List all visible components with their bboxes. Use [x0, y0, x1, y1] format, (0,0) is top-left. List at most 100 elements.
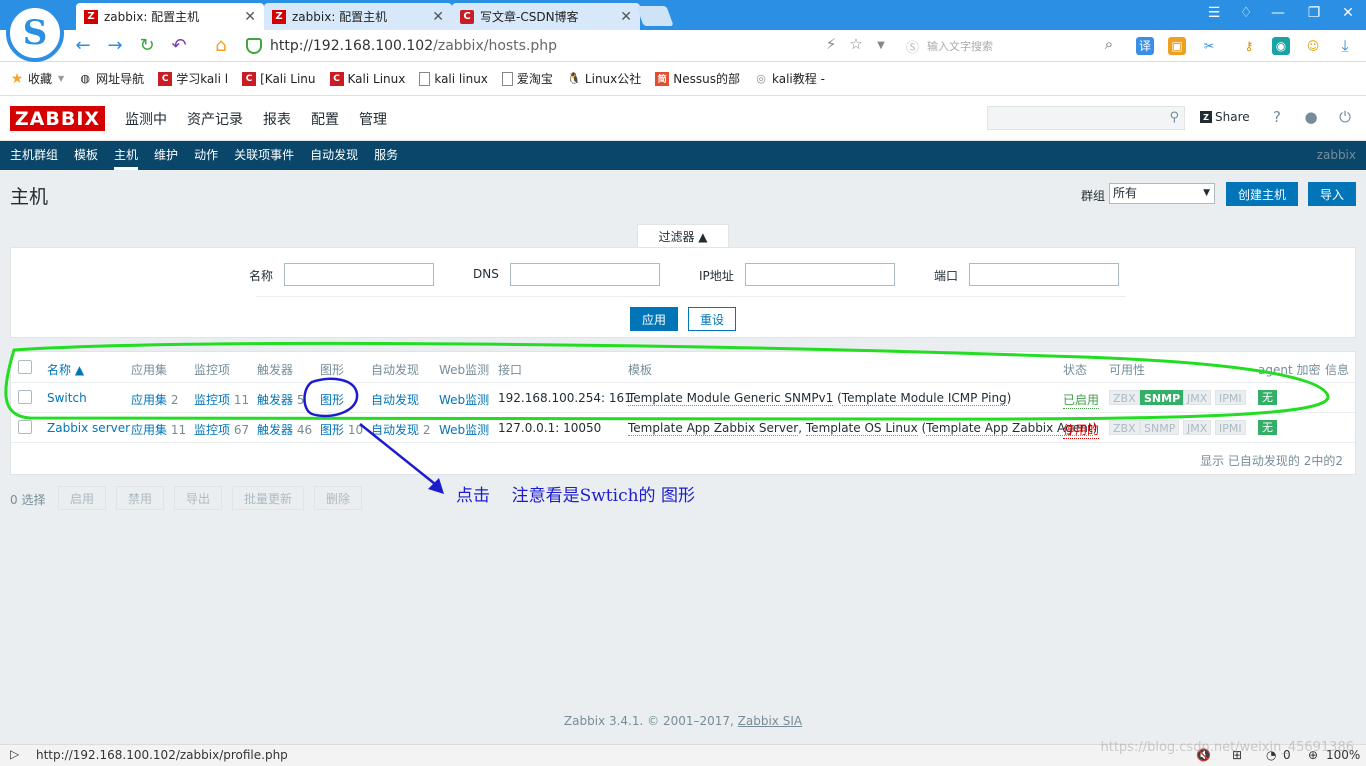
close-window-icon[interactable]: ✕ [1338, 5, 1358, 21]
url-field[interactable]: http://192.168.100.102/zabbix/hosts.php [246, 34, 896, 58]
bookmark-item[interactable]: 🐧 Linux公社 [567, 70, 641, 87]
bookmark-item[interactable]: kali linux [419, 71, 488, 86]
extension-icon[interactable]: ▣ [1168, 37, 1186, 55]
search-icon[interactable]: ⚲ [1169, 110, 1179, 125]
submenu-hosts[interactable]: 主机 [114, 141, 139, 170]
import-button[interactable]: 导入 [1308, 182, 1356, 206]
web-link[interactable]: Web监测 [439, 421, 489, 438]
status-toggle[interactable]: 已启用 [1063, 391, 1100, 409]
graphs-link[interactable]: 图形 10 [320, 421, 363, 438]
submenu-services[interactable]: 服务 [374, 141, 398, 170]
submenu-maintenance[interactable]: 维护 [154, 141, 178, 170]
key-icon[interactable]: ⚷ [1240, 37, 1258, 55]
export-button[interactable]: 导出 [174, 486, 222, 510]
template-link[interactable]: Template Module Generic SNMPv1 [628, 391, 834, 406]
logout-icon[interactable]: ⏻ [1336, 108, 1354, 126]
filter-dns-input[interactable] [510, 263, 660, 286]
bookmark-item[interactable]: ◎ kali教程 - [754, 70, 825, 87]
chevron-down-icon[interactable]: ▼ [870, 40, 892, 51]
forward-icon[interactable]: → [104, 35, 126, 56]
row-checkbox[interactable] [18, 390, 32, 404]
undo-icon[interactable]: ↶ [168, 35, 190, 56]
refresh-icon[interactable]: ↻ [136, 35, 158, 56]
template-link[interactable]: Template OS Linux [805, 421, 918, 436]
close-icon[interactable]: ✕ [432, 9, 444, 25]
create-host-button[interactable]: 创建主机 [1226, 182, 1298, 206]
home-icon[interactable]: ⌂ [210, 35, 232, 56]
emoji-icon[interactable]: ☺ [1304, 37, 1322, 55]
search-icon[interactable]: ⌕ [1098, 35, 1120, 53]
enable-button[interactable]: 启用 [58, 486, 106, 510]
browser-search-input[interactable]: Ⓢ 输入文字搜索 [906, 35, 1118, 57]
user-profile-icon[interactable]: ● [1302, 108, 1320, 126]
reset-button[interactable]: 重设 [688, 307, 736, 331]
menu-administration[interactable]: 管理 [359, 109, 387, 129]
graphs-link[interactable]: 图形 [320, 391, 344, 408]
restore-icon[interactable]: ❐ [1304, 5, 1324, 21]
menu-monitoring[interactable]: 监测中 [125, 109, 167, 129]
submenu-actions[interactable]: 动作 [194, 141, 218, 170]
zabbix-logo[interactable]: ZABBIX [10, 106, 105, 131]
screenshot-icon[interactable]: ◉ [1272, 37, 1290, 55]
scissors-icon[interactable]: ✂ [1200, 37, 1218, 55]
browser-logo-icon[interactable]: S [6, 4, 64, 62]
close-icon[interactable]: ✕ [244, 9, 256, 25]
discovery-link[interactable]: 自动发现 [371, 391, 419, 408]
download-icon[interactable]: ⤓ [1336, 37, 1354, 55]
web-link[interactable]: Web监测 [439, 391, 489, 408]
menu-inventory[interactable]: 资产记录 [187, 109, 243, 129]
menu-icon[interactable]: ☰ [1204, 5, 1224, 21]
bookmark-item[interactable]: C 学习kali l [158, 70, 228, 87]
back-icon[interactable]: ← [72, 35, 94, 56]
filter-toggle[interactable]: 过滤器 ▲ [637, 224, 729, 248]
items-link[interactable]: 监控项 11 [194, 391, 249, 408]
submenu-discovery[interactable]: 自动发现 [310, 141, 358, 170]
host-name-link[interactable]: Zabbix server [47, 421, 130, 435]
menu-configuration[interactable]: 配置 [311, 109, 339, 129]
help-icon[interactable]: ? [1268, 108, 1286, 126]
apps-link[interactable]: 应用集 11 [131, 421, 186, 438]
submenu-event-correlation[interactable]: 关联项事件 [234, 141, 294, 170]
zabbix-sia-link[interactable]: Zabbix SIA [738, 714, 802, 728]
submenu-templates[interactable]: 模板 [74, 141, 98, 170]
apps-link[interactable]: 应用集 2 [131, 391, 178, 408]
filter-port-input[interactable] [969, 263, 1119, 286]
discovery-link[interactable]: 自动发现 2 [371, 421, 430, 438]
share-link[interactable]: Z Share [1200, 110, 1250, 124]
translate-icon[interactable]: 译 [1136, 37, 1154, 55]
bookmark-item[interactable]: C [Kali Linu [242, 71, 316, 86]
header-status[interactable]: 状态 [1063, 361, 1087, 378]
triggers-link[interactable]: 触发器 46 [257, 421, 312, 438]
global-search-input[interactable]: ⚲ [987, 106, 1185, 130]
menu-reports[interactable]: 报表 [263, 109, 291, 129]
select-all-checkbox[interactable] [18, 360, 32, 374]
star-icon[interactable]: ☆ [845, 35, 867, 53]
new-tab-button[interactable] [636, 6, 674, 26]
browser-tab-1[interactable]: Z zabbix: 配置主机 ✕ [76, 3, 264, 30]
minimize-icon[interactable]: — [1268, 5, 1288, 21]
skin-icon[interactable]: ♢ [1236, 5, 1256, 21]
group-select[interactable]: 所有 ▼ [1109, 183, 1215, 204]
filter-name-input[interactable] [284, 263, 434, 286]
mass-update-button[interactable]: 批量更新 [232, 486, 304, 510]
items-link[interactable]: 监控项 67 [194, 421, 249, 438]
delete-button[interactable]: 删除 [314, 486, 362, 510]
row-checkbox[interactable] [18, 420, 32, 434]
host-name-link[interactable]: Switch [47, 391, 87, 405]
template-link[interactable]: Template App Zabbix Server [628, 421, 799, 436]
bookmark-item[interactable]: 爱淘宝 [501, 70, 553, 87]
bookmark-item[interactable]: ◍ 网址导航 [78, 70, 144, 87]
bookmark-item[interactable]: C Kali Linux [329, 71, 405, 86]
play-icon[interactable]: ▷ [10, 747, 19, 761]
lightning-icon[interactable]: ⚡ [820, 35, 842, 53]
bookmark-item[interactable]: 简 Nessus的部 [655, 70, 740, 87]
browser-tab-2[interactable]: Z zabbix: 配置主机 ✕ [264, 3, 452, 30]
template-link[interactable]: Template Module ICMP Ping [841, 391, 1007, 406]
disable-button[interactable]: 禁用 [116, 486, 164, 510]
submenu-host-groups[interactable]: 主机群组 [10, 141, 58, 170]
close-icon[interactable]: ✕ [620, 9, 632, 25]
apply-button[interactable]: 应用 [630, 307, 678, 331]
browser-tab-3[interactable]: C 写文章-CSDN博客 ✕ [452, 3, 640, 30]
triggers-link[interactable]: 触发器 5 [257, 391, 304, 408]
filter-ip-input[interactable] [745, 263, 895, 286]
